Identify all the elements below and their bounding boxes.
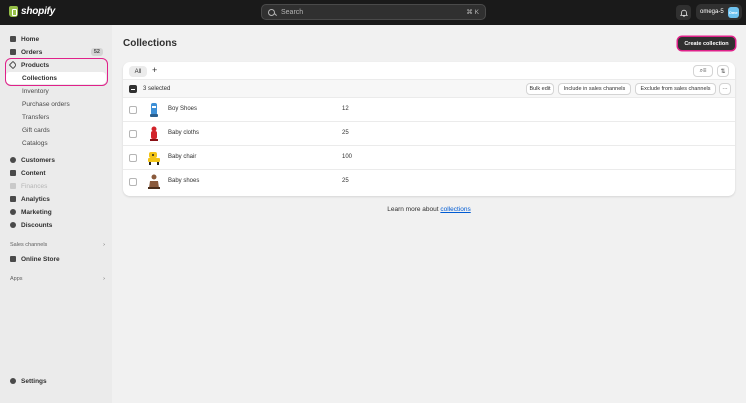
sidebar-item-label: Purchase orders: [22, 100, 70, 108]
top-bar: shopify Search ⌘ K omega-5 Ome: [0, 0, 746, 25]
bulk-actions-bar: 3 selected Bulk edit Include in sales ch…: [123, 80, 735, 98]
logo-text: shopify: [21, 6, 56, 17]
collection-thumbnail: [145, 173, 163, 191]
section-label: Apps: [10, 276, 23, 282]
person-icon: [10, 157, 16, 163]
row-checkbox[interactable]: [129, 106, 137, 114]
orders-count-badge: 52: [90, 48, 103, 56]
collection-thumbnail: [145, 149, 163, 167]
apps-header[interactable]: Apps ›: [10, 276, 105, 282]
collection-title[interactable]: Baby chair: [168, 154, 196, 160]
bank-icon: [10, 183, 16, 189]
search-shortcut: ⌘ K: [466, 9, 479, 16]
product-count: 25: [342, 130, 349, 136]
sidebar-item-orders[interactable]: Orders 52: [6, 46, 106, 58]
shopify-logo[interactable]: shopify: [9, 6, 55, 17]
selected-count: 3 selected: [143, 86, 171, 92]
product-count: 100: [342, 154, 353, 160]
sidebar-item-label: Analytics: [21, 195, 50, 203]
sidebar-item-label: Inventory: [22, 87, 49, 95]
search-input[interactable]: Search ⌘ K: [261, 4, 486, 20]
sales-channels-header[interactable]: Sales channels ›: [10, 242, 105, 248]
search-filter-button[interactable]: ⌕≡: [693, 65, 713, 77]
sidebar-item-analytics[interactable]: Analytics: [6, 193, 106, 205]
sidebar-item-customers[interactable]: Customers: [6, 154, 106, 166]
sidebar-item-gift-cards[interactable]: Gift cards: [6, 124, 106, 136]
sidebar-item-label: Customers: [21, 156, 55, 164]
sidebar-item-label: Home: [21, 35, 40, 43]
store-avatar: Ome: [727, 6, 739, 18]
tab-all[interactable]: All: [129, 66, 147, 77]
add-view-button[interactable]: +: [152, 65, 157, 75]
more-actions-button[interactable]: ···: [719, 83, 731, 95]
sort-button[interactable]: ⇅: [717, 65, 729, 77]
sidebar-item-label: Orders: [21, 48, 43, 56]
product-count: 12: [342, 106, 349, 112]
sort-icon: ⇅: [720, 68, 726, 75]
page-title: Collections: [123, 38, 177, 49]
sidebar-item-inventory[interactable]: Inventory: [6, 85, 106, 97]
sidebar-item-discounts[interactable]: Discounts: [6, 219, 106, 231]
store-menu-button[interactable]: omega-5 Ome: [696, 4, 742, 20]
section-label: Sales channels: [10, 242, 48, 248]
create-collection-button[interactable]: Create collection: [678, 37, 735, 50]
store-icon: [10, 256, 16, 262]
sidebar-item-label: Catalogs: [22, 139, 48, 147]
shopify-bag-icon: [9, 6, 18, 17]
collection-title[interactable]: Baby shoes: [168, 178, 199, 184]
sidebar-item-label: Gift cards: [22, 126, 50, 134]
collection-title[interactable]: Baby cloths: [168, 130, 199, 136]
row-checkbox[interactable]: [129, 154, 137, 162]
chevron-right-icon: ›: [103, 242, 105, 248]
row-checkbox[interactable]: [129, 178, 137, 186]
product-count: 25: [342, 178, 349, 184]
collection-title[interactable]: Boy Shoes: [168, 106, 197, 112]
sidebar-item-label: Settings: [21, 377, 47, 385]
sidebar-item-catalogs[interactable]: Catalogs: [6, 137, 106, 149]
learn-more-footer: Learn more about collections: [0, 206, 746, 213]
sidebar-item-content[interactable]: Content: [6, 167, 106, 179]
select-all-checkbox[interactable]: [129, 85, 137, 93]
sidebar: Home Orders 52 Products Collections Inve…: [0, 25, 112, 403]
products-highlight-box: [5, 58, 108, 86]
notifications-bell-icon[interactable]: [676, 5, 691, 20]
row-checkbox[interactable]: [129, 130, 137, 138]
collections-help-link[interactable]: collections: [440, 206, 470, 213]
sidebar-item-purchase-orders[interactable]: Purchase orders: [6, 98, 106, 110]
collection-thumbnail: [145, 125, 163, 143]
exclude-sales-channels-button[interactable]: Exclude from sales channels: [635, 83, 716, 95]
table-row[interactable]: Baby cloths 25: [123, 122, 735, 146]
sidebar-item-label: Finances: [21, 182, 48, 190]
search-placeholder: Search: [281, 8, 304, 16]
learn-more-text: Learn more about: [387, 206, 441, 213]
sidebar-item-label: Content: [21, 169, 46, 177]
tabs-row: All + ⌕≡ ⇅: [123, 62, 735, 80]
sidebar-item-transfers[interactable]: Transfers: [6, 111, 106, 123]
orders-inbox-icon: [10, 49, 16, 55]
discount-icon: [10, 222, 16, 228]
analytics-icon: [10, 196, 16, 202]
chevron-right-icon: ›: [103, 276, 105, 282]
search-filter-icon: ⌕≡: [699, 67, 707, 74]
sidebar-item-label: Discounts: [21, 221, 53, 229]
table-row[interactable]: Baby chair 100: [123, 146, 735, 170]
sidebar-item-label: Transfers: [22, 113, 50, 121]
store-name: omega-5: [700, 9, 724, 15]
sidebar-item-label: Online Store: [21, 255, 60, 263]
table-row[interactable]: Boy Shoes 12: [123, 98, 735, 122]
collection-thumbnail: [145, 101, 163, 119]
sidebar-item-online-store[interactable]: Online Store: [6, 253, 106, 265]
sidebar-item-settings[interactable]: Settings: [6, 375, 106, 387]
sidebar-item-home[interactable]: Home: [6, 33, 106, 45]
bulk-edit-button[interactable]: Bulk edit: [526, 83, 554, 95]
sidebar-item-finances: Finances: [6, 180, 106, 192]
search-icon: [268, 8, 275, 16]
collections-card: All + ⌕≡ ⇅ 3 selected Bulk edit Include …: [123, 62, 735, 196]
home-icon: [10, 36, 16, 42]
gear-icon: [10, 378, 16, 384]
content-icon: [10, 170, 16, 176]
include-sales-channels-button[interactable]: Include in sales channels: [558, 83, 631, 95]
table-row[interactable]: Baby shoes 25: [123, 170, 735, 194]
